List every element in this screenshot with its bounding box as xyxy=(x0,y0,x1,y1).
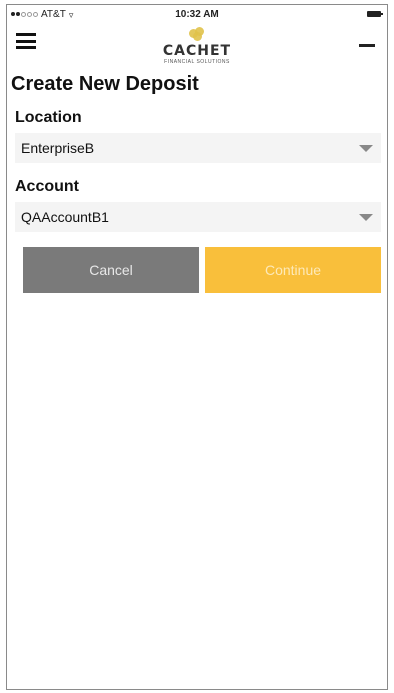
dropdown-arrow-icon xyxy=(359,145,373,152)
minus-icon[interactable] xyxy=(359,44,375,47)
continue-button[interactable]: Continue xyxy=(205,247,381,293)
cachet-logo: CACHET FINANCIAL SOLUTIONS xyxy=(152,25,242,69)
cancel-button[interactable]: Cancel xyxy=(23,247,199,293)
nav-bar: CACHET FINANCIAL SOLUTIONS xyxy=(7,25,387,69)
hamburger-menu-icon[interactable] xyxy=(16,33,36,49)
location-value: EnterpriseB xyxy=(21,140,95,156)
account-select[interactable]: QAAccountB1 xyxy=(15,202,381,232)
logo-text: CACHET xyxy=(162,43,232,59)
page-title: Create New Deposit xyxy=(11,73,199,95)
account-value: QAAccountB1 xyxy=(21,209,109,225)
logo-subtext: FINANCIAL SOLUTIONS xyxy=(164,59,230,65)
location-label: Location xyxy=(15,109,82,126)
phone-screen: AT&T ▿ 10:32 AM CACHET FINANCIAL SOLUTIO… xyxy=(6,4,388,690)
status-time: 10:32 AM xyxy=(175,9,219,20)
battery-icon xyxy=(367,11,383,17)
status-bar: AT&T ▿ 10:32 AM xyxy=(7,5,387,25)
logo-mark-icon xyxy=(189,27,205,41)
dropdown-arrow-icon xyxy=(359,214,373,221)
account-label: Account xyxy=(15,178,79,195)
location-select[interactable]: EnterpriseB xyxy=(15,133,381,163)
